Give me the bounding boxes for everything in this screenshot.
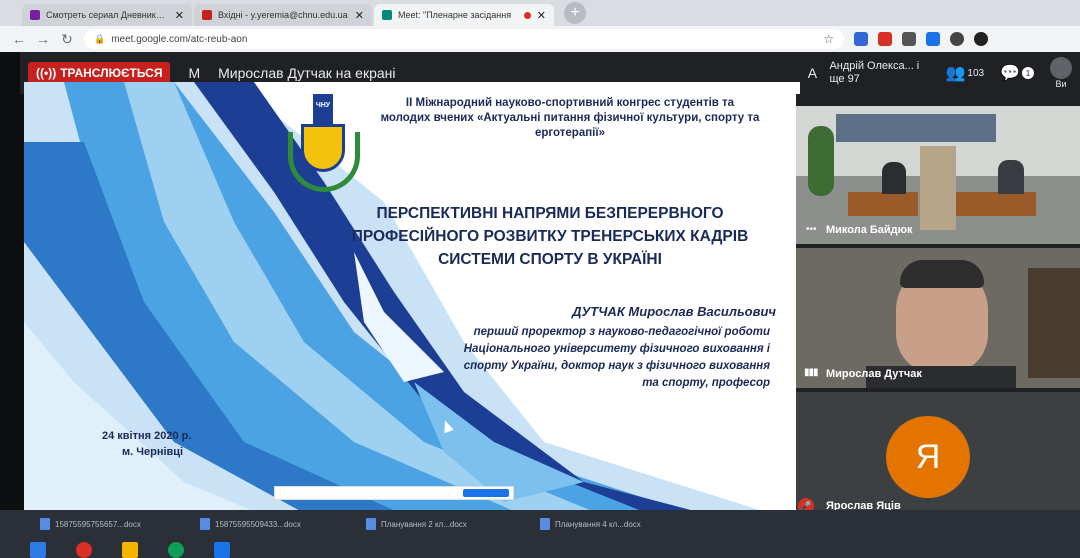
live-label: ТРАНСЛЮЄТЬСЯ	[60, 66, 163, 80]
participants-count: 103	[967, 67, 985, 79]
lock-icon: 🔒	[94, 33, 106, 44]
tab-series[interactable]: Смотреть сериал Дневники вам ✕	[22, 4, 192, 26]
close-tab-icon[interactable]: ✕	[355, 9, 364, 22]
plant	[808, 126, 834, 196]
broadcast-icon: ((•))	[36, 66, 57, 80]
author-position: перший проректор з науково-педагогічної …	[463, 326, 770, 389]
participant-tile[interactable]: Я 🎤 Ярослав Яців	[796, 392, 1080, 520]
tab-meet[interactable]: Meet: "Пленарне засідання ✕	[374, 4, 554, 26]
recording-icon	[523, 11, 531, 19]
tab-title: Смотреть сериал Дневники вам	[46, 10, 169, 20]
close-tab-icon[interactable]: ✕	[537, 9, 546, 22]
shelf	[1028, 268, 1080, 378]
audio-level-icon: ▮▮▮	[804, 367, 818, 378]
download-filename: 15875595755657...docx	[55, 519, 141, 529]
table	[956, 192, 1036, 216]
gmail-icon	[202, 10, 212, 20]
new-tab-button[interactable]: +	[564, 2, 586, 24]
participant-tile[interactable]: ▮▮▮ Мирослав Дутчак	[796, 248, 1080, 388]
more-options-icon[interactable]: •••	[806, 224, 817, 235]
avatar: Я	[886, 416, 970, 498]
logo-wreath	[288, 132, 360, 192]
url-text: meet.google.com/atc-reub-aon	[111, 33, 248, 45]
you-label: Ви	[1055, 79, 1067, 89]
extension-icon[interactable]	[854, 32, 868, 46]
extension-icon[interactable]	[950, 32, 964, 46]
app-icon[interactable]	[214, 542, 230, 558]
meet-icon	[382, 10, 392, 20]
chat-icon: 💬	[1000, 65, 1020, 82]
address-bar-row: ← → ↻ 🔒 meet.google.com/atc-reub-aon ☆	[0, 26, 1080, 52]
chat-button[interactable]: 💬 1	[1000, 63, 1034, 83]
presenter-avatar: M	[188, 65, 201, 81]
download-item[interactable]: 15875595509433...docx	[200, 518, 301, 530]
participant-tile[interactable]: ••• Микола Байдюк	[796, 106, 1080, 244]
download-filename: 15875595509433...docx	[215, 519, 301, 529]
browser-tab-strip: Смотреть сериал Дневники вам ✕ Вхідні - …	[0, 0, 1080, 26]
logo-text: ЧНУ	[315, 102, 331, 109]
extension-icon[interactable]	[878, 32, 892, 46]
folder-icon[interactable]	[122, 542, 138, 558]
user-avatar: A	[807, 65, 818, 81]
bookmark-star-icon[interactable]: ☆	[823, 32, 834, 46]
chat-badge: 1	[1022, 67, 1034, 79]
extension-icon[interactable]	[974, 32, 988, 46]
download-item[interactable]: Планування 2 кл...docx	[366, 518, 467, 530]
word-file-icon	[200, 518, 210, 530]
wall-photos	[836, 114, 996, 142]
taskbar-icons	[0, 542, 1080, 558]
presenter-label: Мирослав Дутчак на екрані	[218, 65, 396, 81]
participants-panel: ••• Микола Байдюк ▮▮▮ Мирослав Дутчак Я …	[796, 94, 1080, 532]
site-favicon-icon	[30, 10, 40, 20]
app-icon[interactable]	[168, 542, 184, 558]
participants-summary: Андрій Олекса... і ще 97	[829, 60, 920, 85]
participant-name: Микола Байдюк	[826, 224, 913, 236]
participants-button[interactable]: 👥 103	[945, 63, 984, 83]
table	[848, 192, 918, 216]
tab-gmail[interactable]: Вхідні - y.yeremia@chnu.edu.ua ✕	[194, 4, 372, 26]
download-item[interactable]: Планування 4 кл...docx	[540, 518, 641, 530]
reload-icon[interactable]: ↻	[60, 31, 74, 48]
self-avatar-icon	[1050, 57, 1072, 79]
extension-icon[interactable]	[902, 32, 916, 46]
forward-arrow-icon[interactable]: →	[36, 31, 50, 47]
stop-sharing-button[interactable]	[463, 489, 509, 497]
speaker-hair	[900, 260, 984, 288]
congress-header: ІІ Міжнародний науково-спортивний конгре…	[380, 97, 760, 139]
live-streaming-badge: ((•)) ТРАНСЛЮЄТЬСЯ	[28, 62, 171, 84]
downloads-shelf: 15875595755657...docx 15875595509433...d…	[0, 510, 1080, 558]
university-logo: ЧНУ	[286, 94, 362, 202]
author-name: ДУТЧАК Мирослав Васильович	[572, 304, 776, 319]
screen-share-notice-bar	[274, 486, 514, 500]
slide-date: 24 квітня 2020 р.	[102, 430, 192, 442]
back-arrow-icon[interactable]: ←	[12, 31, 26, 47]
tab-title: Meet: "Пленарне засідання	[398, 10, 512, 20]
person-silhouette	[882, 162, 906, 194]
slide-city: м. Чернівці	[122, 446, 184, 458]
tab-title: Вхідні - y.yeremia@chnu.edu.ua	[218, 10, 348, 20]
extension-icon[interactable]	[926, 32, 940, 46]
self-view[interactable]: Ви	[1050, 57, 1072, 89]
banner-stand	[920, 146, 956, 230]
participant-name: Мирослав Дутчак	[826, 368, 922, 380]
word-file-icon	[540, 518, 550, 530]
close-tab-icon[interactable]: ✕	[175, 9, 184, 22]
presentation-slide: ЧНУ ІІ Міжнародний науково-спортивний ко…	[24, 82, 800, 524]
word-file-icon	[40, 518, 50, 530]
download-filename: Планування 4 кл...docx	[555, 519, 641, 529]
download-item[interactable]: 15875595755657...docx	[40, 518, 141, 530]
person-silhouette	[998, 160, 1024, 194]
slide-title: ПЕРСПЕКТИВНІ НАПРЯМИ БЕЗПЕРЕРВНОГО ПРОФЕ…	[351, 205, 749, 268]
people-icon: 👥	[945, 65, 966, 82]
app-icon[interactable]	[76, 542, 92, 558]
windows-start-icon[interactable]	[30, 542, 46, 558]
download-filename: Планування 2 кл...docx	[381, 519, 467, 529]
url-field[interactable]: 🔒 meet.google.com/atc-reub-aon ☆	[84, 29, 844, 49]
avatar-initial: Я	[915, 437, 941, 476]
word-file-icon	[366, 518, 376, 530]
